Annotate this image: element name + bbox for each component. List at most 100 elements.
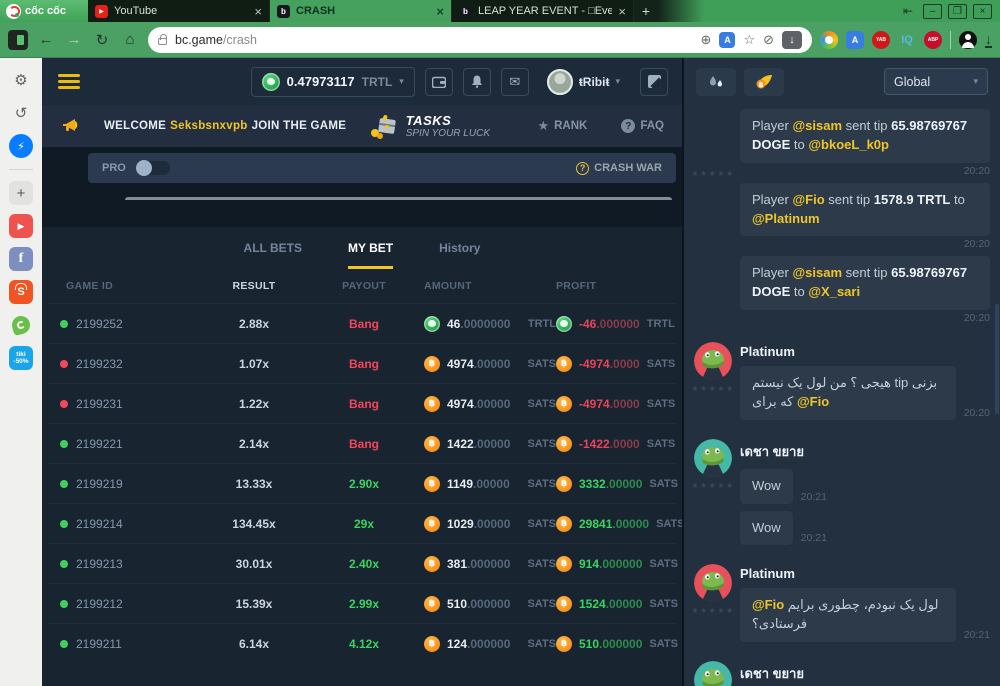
bet-table-row[interactable]: 2199211 6.14x 4.12x ฿124.000000SATS ฿510… [48,623,676,663]
app-sidebar: ⚙ ↺ ⚡ + ▶ f S tiki-50% [0,58,42,686]
circle-plus-icon[interactable]: ⊕ [701,32,712,48]
tiki-shortcut[interactable]: tiki-50% [9,346,33,370]
bet-table-row[interactable]: 2199219 13.33x 2.90x ฿1149.00000SATS ฿33… [48,463,676,503]
mail-button[interactable]: ✉ [501,68,529,96]
notifications-button[interactable] [463,68,491,96]
user-avatar[interactable] [694,342,732,380]
minimize-button[interactable]: – [923,4,942,19]
tab-history[interactable]: History [439,227,480,269]
youtube-favicon: ▶ [95,5,108,18]
page-url[interactable]: bc.game/crash [175,33,693,47]
user-rating-stars: ★★★★★ [691,384,734,393]
crash-war-link[interactable]: ? CRASH WAR [576,162,662,175]
game-id: 2199219 [76,477,123,491]
mention-link[interactable]: @sisam [792,265,842,280]
mention-link[interactable]: @X_sari [808,284,860,299]
crash-war-help-icon: ? [576,162,589,175]
shopee-shortcut[interactable]: S [9,280,33,304]
bet-table-row[interactable]: 2199252 2.88x Bang 46.0000000TRTL -46.00… [48,303,676,343]
btc-coin-icon: ฿ [556,636,572,652]
forward-button[interactable]: → [64,31,84,48]
close-window-button[interactable]: × [973,4,992,19]
messenger-icon[interactable]: ⚡ [9,134,33,158]
chat-username[interactable]: Platinum [740,566,990,581]
profile-icon[interactable] [959,31,977,49]
tab-close-icon[interactable]: × [254,5,262,18]
bookmark-star-icon[interactable]: ☆ [743,32,755,48]
chevron-down-icon: ▾ [615,76,620,87]
tab-leap-year-event[interactable]: b LEAP YEAR EVENT - □Event - × [452,0,634,22]
faq-link[interactable]: ?FAQ [621,119,664,133]
tab-my-bet[interactable]: MY BET [348,227,393,269]
coccoc-wheel-icon[interactable] [820,31,838,49]
chat-scrollbar[interactable] [995,304,999,414]
coccoc-shortcut[interactable] [9,313,33,337]
chat-username[interactable]: เดชา ขยาย [740,441,990,462]
user-avatar[interactable] [694,564,732,602]
wallet-button[interactable] [425,68,453,96]
sidebar-toggle-icon[interactable] [8,30,28,50]
chat-username[interactable]: Platinum [740,344,990,359]
user-avatar[interactable] [694,661,732,686]
menu-hamburger-button[interactable] [58,74,80,89]
mention-link[interactable]: @bkoeL_k0p [808,137,889,152]
pin-sidebar-icon[interactable]: ⇤ [903,4,913,18]
tab-close-icon[interactable]: × [618,5,626,18]
new-tab-button[interactable]: + [634,0,658,22]
downloads-icon[interactable]: ↓ [985,32,992,48]
bet-amount: 124.000000 [447,637,510,651]
bet-table-row[interactable]: 2199214 134.45x 29x ฿1029.00000SATS ฿298… [48,503,676,543]
adblock-shield-icon[interactable]: ⊘ [763,32,774,48]
pro-toggle[interactable] [136,161,170,175]
rain-tip-button[interactable] [696,68,736,96]
tab-close-icon[interactable]: × [436,5,444,18]
mention-link[interactable]: @Fio [797,394,829,409]
mention-link[interactable]: @Platinum [752,211,820,226]
message-timestamp: 20:20 [740,238,990,250]
bet-table-row[interactable]: 2199212 15.39x 2.99x ฿510.000000SATS ฿15… [48,583,676,623]
mention-link[interactable]: @Fio [752,597,784,612]
btc-coin-icon: ฿ [556,516,572,532]
facebook-shortcut[interactable]: f [9,247,33,271]
mention-link[interactable]: @Fio [792,192,824,207]
home-button[interactable]: ⌂ [120,31,140,48]
game-options-bar: PRO ? CRASH WAR [88,153,676,183]
tab-youtube[interactable]: ▶ YouTube × [88,0,270,22]
address-bar[interactable]: bc.game/crash ⊕ A ☆ ⊘ ↓ [148,27,812,53]
add-shortcut-button[interactable]: + [9,181,33,205]
rank-link[interactable]: ★RANK [537,118,587,134]
reload-button[interactable]: ↻ [92,31,112,49]
balance-selector[interactable]: 0.47973117 TRTL ▾ [251,67,415,97]
lock-icon [158,38,167,45]
bet-profit: 914.000000 [579,557,642,571]
user-avatar[interactable] [694,439,732,477]
translate-page-icon[interactable]: A [719,32,735,48]
tasks-link[interactable]: TASKSSPIN YOUR LUCK [368,113,490,139]
coin-drop-button[interactable]: ฿ [744,68,784,96]
bet-profit: 3332.00000 [579,477,642,491]
bet-table-row[interactable]: 2199213 30.01x 2.40x ฿381.000000SATS ฿91… [48,543,676,583]
chat-region-dropdown[interactable]: Global ▾ [884,68,988,95]
iq-extension-icon[interactable]: IQ [898,31,916,49]
translate-extension-icon[interactable]: A [846,31,864,49]
history-icon[interactable]: ↺ [9,101,33,125]
mention-link[interactable]: @sisam [792,118,842,133]
abp-extension-icon[interactable]: ABP [924,31,942,49]
chat-toggle-button[interactable] [640,68,668,96]
bet-table-row[interactable]: 2199221 2.14x Bang ฿1422.00000SATS ฿-142… [48,423,676,463]
settings-icon[interactable]: ⚙ [9,68,33,92]
maximize-button[interactable]: ❐ [948,4,967,19]
chat-bubble: Wow [740,511,793,546]
tab-crash[interactable]: b CRASH × [270,0,452,22]
trtl-coin-icon [424,316,440,332]
back-button[interactable]: ← [36,31,56,48]
bet-table-row[interactable]: 2199232 1.07x Bang ฿4974.00000SATS ฿-497… [48,343,676,383]
download-page-button[interactable]: ↓ [782,31,802,49]
user-menu[interactable]: ŧRibiŧ ▾ [547,69,620,95]
tab-all-bets[interactable]: ALL BETS [244,227,302,269]
bet-table-row[interactable]: 2199231 1.22x Bang ฿4974.00000SATS ฿-497… [48,383,676,423]
chat-username[interactable]: เดชา ขยาย [740,663,990,684]
yab-extension-icon[interactable]: YAB [872,31,890,49]
tip-notification: Player @sisam sent tip 65.98769767 DOGE … [740,256,990,310]
youtube-shortcut[interactable]: ▶ [9,214,33,238]
